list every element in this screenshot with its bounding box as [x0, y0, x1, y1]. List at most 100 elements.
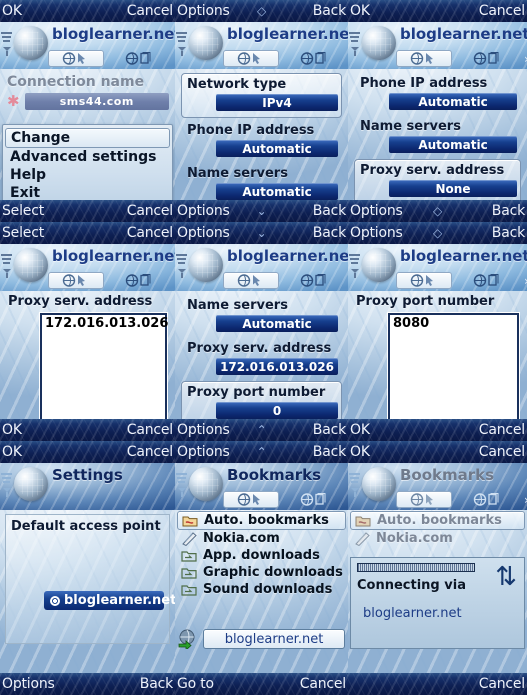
setting-value[interactable]: None — [389, 180, 517, 197]
softkey-left[interactable]: Options — [348, 225, 403, 241]
softkey-center[interactable]: ⌃ — [257, 445, 267, 459]
access-point-selected[interactable]: bloglearner.net — [44, 591, 175, 610]
softkey-center[interactable]: ◇ — [433, 226, 442, 240]
softkey-right[interactable]: Back — [313, 225, 348, 241]
softkey-left[interactable]: Select — [0, 203, 44, 219]
softkey-center[interactable]: ◇ — [257, 4, 266, 18]
softkey-left[interactable]: Options — [0, 676, 55, 692]
softkey-right[interactable]: Back — [313, 203, 348, 219]
setting-row[interactable]: Phone IP address Automatic — [181, 120, 342, 163]
browser-pages-icon[interactable] — [458, 50, 514, 67]
softkey-left[interactable]: Options — [175, 444, 230, 460]
softkey-center[interactable]: ⌄ — [257, 226, 267, 240]
setting-row[interactable]: Name servers Automatic — [354, 116, 521, 159]
browser-pages-icon[interactable] — [458, 491, 514, 508]
softkey-right[interactable]: Cancel — [127, 3, 175, 19]
setting-value[interactable]: Automatic — [216, 183, 338, 200]
browser-pages-icon[interactable] — [285, 491, 341, 508]
top-softkey-bar: Select Cancel — [0, 222, 175, 244]
softkey-left[interactable]: Options — [175, 422, 230, 438]
softkey-right[interactable]: Cancel — [479, 422, 527, 438]
softkey-right[interactable]: Cancel — [300, 676, 348, 692]
browser-pages-icon[interactable] — [110, 272, 166, 289]
setting-value[interactable]: Automatic — [389, 93, 517, 110]
softkey-right[interactable]: Back — [313, 3, 348, 19]
softkey-right[interactable]: Back — [313, 444, 348, 460]
softkey-left[interactable]: Options — [348, 203, 403, 219]
browser-pages-icon[interactable] — [285, 50, 341, 67]
softkey-right[interactable]: Back — [313, 422, 348, 438]
softkey-left[interactable]: Options — [175, 203, 230, 219]
setting-value[interactable]: Automatic — [216, 140, 338, 157]
softkey-right[interactable]: Cancel — [479, 3, 527, 19]
signal-bars-icon — [1, 473, 12, 497]
connection-name-input[interactable]: sms44.com — [24, 93, 169, 110]
softkey-center[interactable]: ⌄ — [257, 204, 267, 218]
setting-value[interactable]: Automatic — [389, 136, 517, 153]
browser-goto-icon[interactable] — [48, 50, 104, 67]
softkey-right[interactable]: Back — [140, 676, 175, 692]
softkey-right[interactable]: Cancel — [479, 444, 527, 460]
softkey-right[interactable]: Cancel — [127, 422, 175, 438]
softkey-left[interactable]: Options — [175, 225, 230, 241]
softkey-left[interactable]: OK — [0, 422, 22, 438]
list-item[interactable]: Nokia.com — [350, 530, 525, 547]
softkey-left[interactable]: OK — [348, 422, 370, 438]
softkey-left[interactable]: OK — [0, 3, 22, 19]
softkey-left[interactable]: Options — [175, 3, 230, 19]
browser-pages-icon[interactable] — [285, 272, 341, 289]
browser-pages-icon[interactable] — [110, 50, 166, 67]
softkey-right[interactable]: Cancel — [127, 444, 175, 460]
menu-item-help[interactable]: Help — [5, 166, 170, 184]
softkey-right[interactable]: Cancel — [127, 225, 175, 241]
title-bar: Settings — [0, 463, 175, 510]
softkey-left[interactable]: Go to — [175, 676, 214, 692]
folder-auto-icon — [182, 516, 198, 526]
bottom-softkey-bar: Options ⌄ Back — [175, 200, 348, 222]
menu-item-advanced-settings[interactable]: Advanced settings — [5, 148, 170, 166]
setting-row[interactable]: Name servers Automatic — [181, 295, 342, 338]
softkey-left[interactable]: Select — [0, 225, 44, 241]
softkey-left[interactable]: OK — [348, 3, 370, 19]
browser-goto-icon[interactable] — [223, 491, 279, 508]
setting-value[interactable]: 0 — [216, 402, 338, 419]
softkey-right[interactable]: Back — [492, 225, 527, 241]
setting-row[interactable]: Proxy serv. address None — [354, 159, 521, 204]
browser-goto-icon[interactable] — [396, 50, 452, 67]
browser-pages-icon[interactable] — [458, 272, 514, 289]
setting-value[interactable]: 172.016.013.026 — [216, 358, 338, 375]
softkey-left[interactable]: OK — [348, 444, 370, 460]
softkey-center[interactable]: ⌃ — [257, 423, 267, 437]
list-item[interactable]: Sound downloads — [177, 581, 346, 598]
setting-value[interactable]: Automatic — [216, 315, 338, 332]
entry-value[interactable]: 8080 — [390, 315, 517, 331]
text-entry-box[interactable]: 172.016.013.026 — [40, 313, 168, 421]
list-item[interactable]: Nokia.com — [177, 530, 346, 547]
list-item[interactable]: Graphic downloads — [177, 564, 346, 581]
list-item[interactable]: Auto. bookmarks — [177, 511, 346, 530]
menu-item-change[interactable]: Change — [5, 128, 170, 148]
softkey-left[interactable]: OK — [0, 444, 22, 460]
browser-goto-icon[interactable] — [396, 491, 452, 508]
title-bar: Bookmarks — [348, 463, 527, 510]
setting-row[interactable]: Phone IP address Automatic — [354, 73, 521, 116]
browser-goto-icon[interactable] — [48, 272, 104, 289]
browser-goto-icon[interactable] — [223, 50, 279, 67]
entry-value[interactable]: 172.016.013.026 — [42, 315, 168, 331]
softkey-right[interactable]: Cancel — [479, 676, 527, 692]
setting-value[interactable]: IPv4 — [216, 94, 338, 111]
up-down-arrows-icon: ⇅ — [495, 562, 517, 592]
setting-row[interactable]: Proxy serv. address 172.016.013.026 — [181, 338, 342, 381]
softkey-center[interactable]: ◇ — [433, 204, 442, 218]
text-entry-box[interactable]: 8080 — [388, 313, 519, 421]
url-input[interactable]: bloglearner.net — [203, 629, 345, 649]
list-item[interactable]: App. downloads — [177, 547, 346, 564]
softkey-right[interactable]: Cancel — [127, 203, 175, 219]
list-item[interactable]: Auto. bookmarks — [350, 511, 525, 530]
globe-icon — [189, 248, 223, 282]
browser-goto-icon[interactable] — [223, 272, 279, 289]
browser-goto-icon[interactable] — [396, 272, 452, 289]
setting-row[interactable]: Network type IPv4 — [181, 73, 342, 118]
top-softkey-bar: OK Cancel — [0, 0, 175, 22]
softkey-right[interactable]: Back — [492, 203, 527, 219]
